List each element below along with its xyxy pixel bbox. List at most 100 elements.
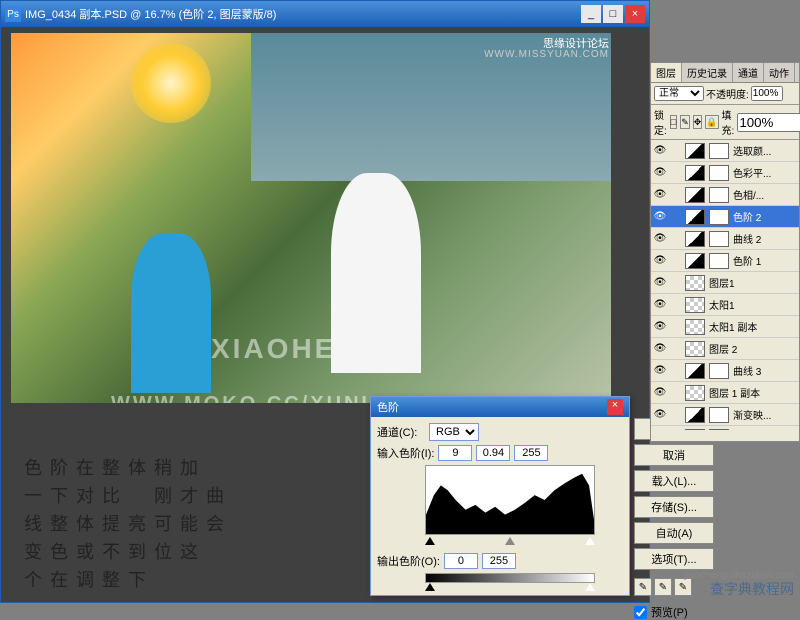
opacity-field[interactable]	[751, 86, 783, 101]
layer-item[interactable]: 👁图层 1 副本	[651, 382, 799, 404]
tab-layers[interactable]: 图层	[651, 63, 682, 82]
layer-thumb[interactable]	[685, 187, 705, 203]
preview-checkbox[interactable]	[634, 606, 647, 619]
minimize-button[interactable]: _	[581, 5, 601, 23]
layer-thumb[interactable]	[685, 253, 705, 269]
white-point-slider[interactable]	[585, 537, 595, 545]
preview-checkbox-label[interactable]: 预览(P)	[634, 604, 714, 620]
layer-thumb[interactable]	[685, 143, 705, 159]
save-button[interactable]: 存储(S)...	[634, 496, 714, 518]
visibility-toggle[interactable]: 👁	[651, 343, 669, 354]
layer-item[interactable]: 👁 色阶 1	[651, 250, 799, 272]
mask-thumb[interactable]	[709, 209, 729, 225]
input-black-field[interactable]	[438, 445, 472, 461]
input-white-field[interactable]	[514, 445, 548, 461]
mask-thumb[interactable]	[709, 363, 729, 379]
layers-list: 👁选取颜...👁色彩平...👁色相/...👁色阶 2👁曲线 2👁色阶 1👁图层1…	[651, 140, 799, 430]
lock-move-icon[interactable]: ✥	[693, 115, 703, 129]
input-gamma-field[interactable]	[476, 445, 510, 461]
mask-thumb[interactable]	[709, 143, 729, 159]
eyedropper-gray[interactable]: ✎	[654, 578, 672, 596]
layer-thumb[interactable]	[685, 209, 705, 225]
text-line: 线整体提亮可能会	[24, 510, 232, 538]
output-slider[interactable]	[425, 583, 595, 593]
layer-item[interactable]: 👁曲线 3	[651, 360, 799, 382]
layer-item[interactable]: 👁 渐变映...	[651, 404, 799, 426]
lock-transparent-icon[interactable]: □	[670, 115, 677, 129]
layer-name: 色阶 1	[731, 253, 799, 268]
layer-thumb[interactable]	[685, 319, 705, 335]
output-black-slider[interactable]	[425, 583, 435, 591]
mask-thumb[interactable]	[709, 429, 729, 431]
visibility-toggle[interactable]: 👁	[651, 189, 669, 200]
visibility-toggle[interactable]: 👁	[651, 387, 669, 398]
mask-thumb[interactable]	[709, 253, 729, 269]
output-black-field[interactable]	[444, 553, 478, 569]
layer-item[interactable]: 👁色相/...	[651, 184, 799, 206]
layer-name: 曲线 2	[731, 231, 799, 246]
layer-item[interactable]: 👁 色彩平...	[651, 162, 799, 184]
levels-title-text: 色阶	[377, 399, 399, 415]
tab-actions[interactable]: 动作	[764, 63, 795, 82]
visibility-toggle[interactable]: 👁	[651, 255, 669, 266]
canvas[interactable]: XIAOHE WWW.MOKO.CC/XUNUO	[11, 33, 611, 403]
layer-thumb[interactable]	[685, 341, 705, 357]
input-slider[interactable]	[425, 537, 595, 547]
visibility-toggle[interactable]: 👁	[651, 365, 669, 376]
lock-all-icon[interactable]: 🔒	[705, 115, 718, 129]
visibility-toggle[interactable]: 👁	[651, 233, 669, 244]
maximize-button[interactable]: □	[603, 5, 623, 23]
mask-thumb[interactable]	[709, 231, 729, 247]
layer-thumb[interactable]	[685, 297, 705, 313]
layer-item[interactable]: 👁曲线 1	[651, 426, 799, 430]
mask-thumb[interactable]	[709, 187, 729, 203]
output-white-field[interactable]	[482, 553, 516, 569]
layer-thumb[interactable]	[685, 275, 705, 291]
mask-thumb[interactable]	[709, 407, 729, 423]
layer-thumb[interactable]	[685, 231, 705, 247]
document-title: IMG_0434 副本.PSD @ 16.7% (色阶 2, 图层蒙版/8)	[25, 6, 276, 22]
gray-point-slider[interactable]	[505, 537, 515, 545]
visibility-toggle[interactable]: 👁	[651, 167, 669, 178]
auto-button[interactable]: 自动(A)	[634, 522, 714, 544]
layer-name: 渐变映...	[731, 407, 799, 422]
output-white-slider[interactable]	[585, 583, 595, 591]
layer-item[interactable]: 👁图层 2	[651, 338, 799, 360]
load-button[interactable]: 载入(L)...	[634, 470, 714, 492]
levels-close-button[interactable]: ×	[607, 399, 623, 415]
close-button[interactable]: ×	[625, 5, 645, 23]
text-line: 色阶在整体稍加	[24, 454, 232, 482]
fill-field[interactable]	[737, 113, 800, 132]
layer-thumb[interactable]	[685, 165, 705, 181]
layer-item[interactable]: 👁 曲线 2	[651, 228, 799, 250]
layer-item[interactable]: 👁太阳1	[651, 294, 799, 316]
visibility-toggle[interactable]: 👁	[651, 277, 669, 288]
visibility-toggle[interactable]: 👁	[651, 321, 669, 332]
eyedropper-black[interactable]: ✎	[634, 578, 652, 596]
tab-channels[interactable]: 通道	[733, 63, 764, 82]
layer-name: 色阶 2	[731, 209, 799, 224]
layer-item[interactable]: 👁图层1	[651, 272, 799, 294]
blend-mode-select[interactable]: 正常	[654, 86, 704, 101]
visibility-toggle[interactable]: 👁	[651, 145, 669, 156]
layer-thumb[interactable]	[685, 407, 705, 423]
instruction-text: 色阶在整体稍加 一下对比 刚才曲 线整体提亮可能会 变色或不到位这 个在调整下	[24, 454, 232, 594]
mask-thumb[interactable]	[709, 165, 729, 181]
layer-item[interactable]: 👁太阳1 副本	[651, 316, 799, 338]
visibility-toggle[interactable]: 👁	[651, 299, 669, 310]
tab-history[interactable]: 历史记录	[682, 63, 733, 82]
layer-name: 选取颜...	[731, 143, 799, 158]
visibility-toggle[interactable]: 👁	[651, 211, 669, 222]
layer-item[interactable]: 👁 选取颜...	[651, 140, 799, 162]
visibility-toggle[interactable]: 👁	[651, 409, 669, 420]
black-point-slider[interactable]	[425, 537, 435, 545]
layer-item[interactable]: 👁 色阶 2	[651, 206, 799, 228]
layer-name: 色彩平...	[731, 165, 799, 180]
options-button[interactable]: 选项(T)...	[634, 548, 714, 570]
cancel-button[interactable]: 取消	[634, 444, 714, 466]
layer-thumb[interactable]	[685, 429, 705, 431]
layer-thumb[interactable]	[685, 363, 705, 379]
lock-brush-icon[interactable]: ✎	[680, 115, 690, 129]
layer-thumb[interactable]	[685, 385, 705, 401]
channel-select[interactable]: RGB	[429, 423, 479, 441]
